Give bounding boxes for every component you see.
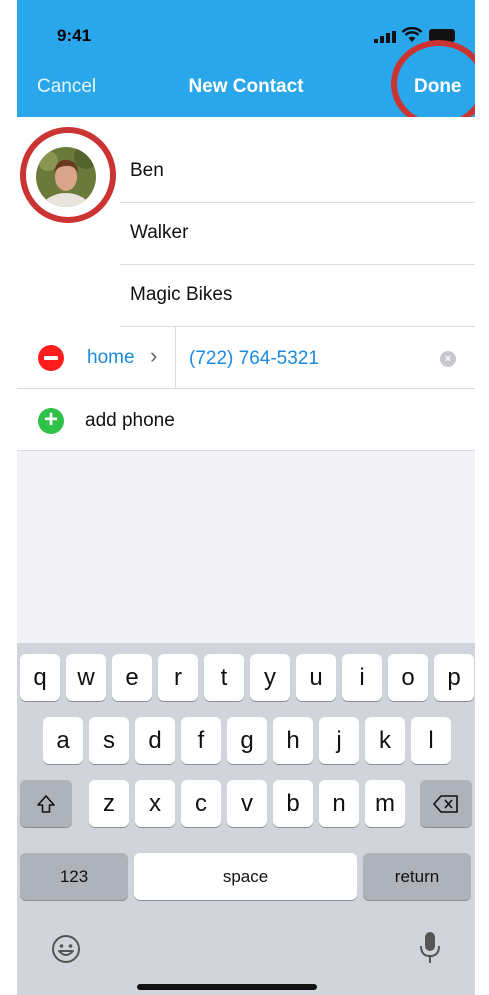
- key-v[interactable]: v: [227, 780, 267, 827]
- key-c[interactable]: c: [181, 780, 221, 827]
- company-field[interactable]: Magic Bikes: [120, 265, 475, 327]
- return-key[interactable]: return: [363, 853, 471, 900]
- backspace-key[interactable]: [420, 780, 472, 827]
- key-j[interactable]: j: [319, 717, 359, 764]
- emoji-icon[interactable]: [50, 933, 82, 965]
- shift-key[interactable]: [20, 780, 72, 827]
- key-p[interactable]: p: [434, 654, 474, 701]
- avatar-highlight-ring: [20, 127, 116, 223]
- wifi-icon: [401, 27, 423, 42]
- delete-phone-button[interactable]: [38, 345, 64, 371]
- key-x[interactable]: x: [135, 780, 175, 827]
- chevron-right-icon: ›: [150, 343, 158, 368]
- first-name-value: Ben: [130, 160, 164, 181]
- key-k[interactable]: k: [365, 717, 405, 764]
- key-u[interactable]: u: [296, 654, 336, 701]
- status-time: 9:41: [57, 26, 92, 45]
- key-z[interactable]: z: [89, 780, 129, 827]
- last-name-value: Walker: [130, 222, 189, 243]
- space-key[interactable]: space: [134, 853, 357, 900]
- numbers-key[interactable]: 123: [20, 853, 128, 900]
- signal-icon: [374, 31, 396, 43]
- add-phone-label: add phone: [85, 410, 175, 431]
- key-q[interactable]: q: [20, 654, 60, 701]
- key-b[interactable]: b: [273, 780, 313, 827]
- key-y[interactable]: y: [250, 654, 290, 701]
- backspace-icon: [433, 794, 458, 813]
- first-name-field[interactable]: Ben: [120, 141, 475, 203]
- microphone-icon[interactable]: [419, 931, 441, 965]
- phone-number-field[interactable]: (722) 764-5321: [189, 348, 319, 370]
- key-d[interactable]: d: [135, 717, 175, 764]
- clear-icon[interactable]: ×: [440, 351, 456, 367]
- key-h[interactable]: h: [273, 717, 313, 764]
- key-w[interactable]: w: [66, 654, 106, 701]
- home-indicator: [137, 984, 317, 990]
- keyboard: q w e r t y u i o p a s d f g h j k l z …: [17, 643, 475, 995]
- key-e[interactable]: e: [112, 654, 152, 701]
- company-value: Magic Bikes: [130, 284, 233, 305]
- key-o[interactable]: o: [388, 654, 428, 701]
- phone-row: home › (722) 764-5321 ×: [17, 327, 475, 389]
- key-a[interactable]: a: [43, 717, 83, 764]
- key-t[interactable]: t: [204, 654, 244, 701]
- key-n[interactable]: n: [319, 780, 359, 827]
- divider: [175, 327, 176, 389]
- key-l[interactable]: l: [411, 717, 451, 764]
- key-s[interactable]: s: [89, 717, 129, 764]
- key-i[interactable]: i: [342, 654, 382, 701]
- key-g[interactable]: g: [227, 717, 267, 764]
- add-icon: +: [38, 408, 64, 434]
- key-r[interactable]: r: [158, 654, 198, 701]
- add-phone-row[interactable]: + add phone: [17, 389, 475, 451]
- key-m[interactable]: m: [365, 780, 405, 827]
- key-f[interactable]: f: [181, 717, 221, 764]
- phone-label-button[interactable]: home: [87, 347, 135, 369]
- shift-icon: [37, 794, 55, 813]
- contact-form: Ben Walker Magic Bikes home › (722) 764-…: [17, 117, 475, 451]
- phone-screen: 9:41 Cancel New Contact Done Ben Walker …: [17, 0, 475, 995]
- last-name-field[interactable]: Walker: [120, 203, 475, 265]
